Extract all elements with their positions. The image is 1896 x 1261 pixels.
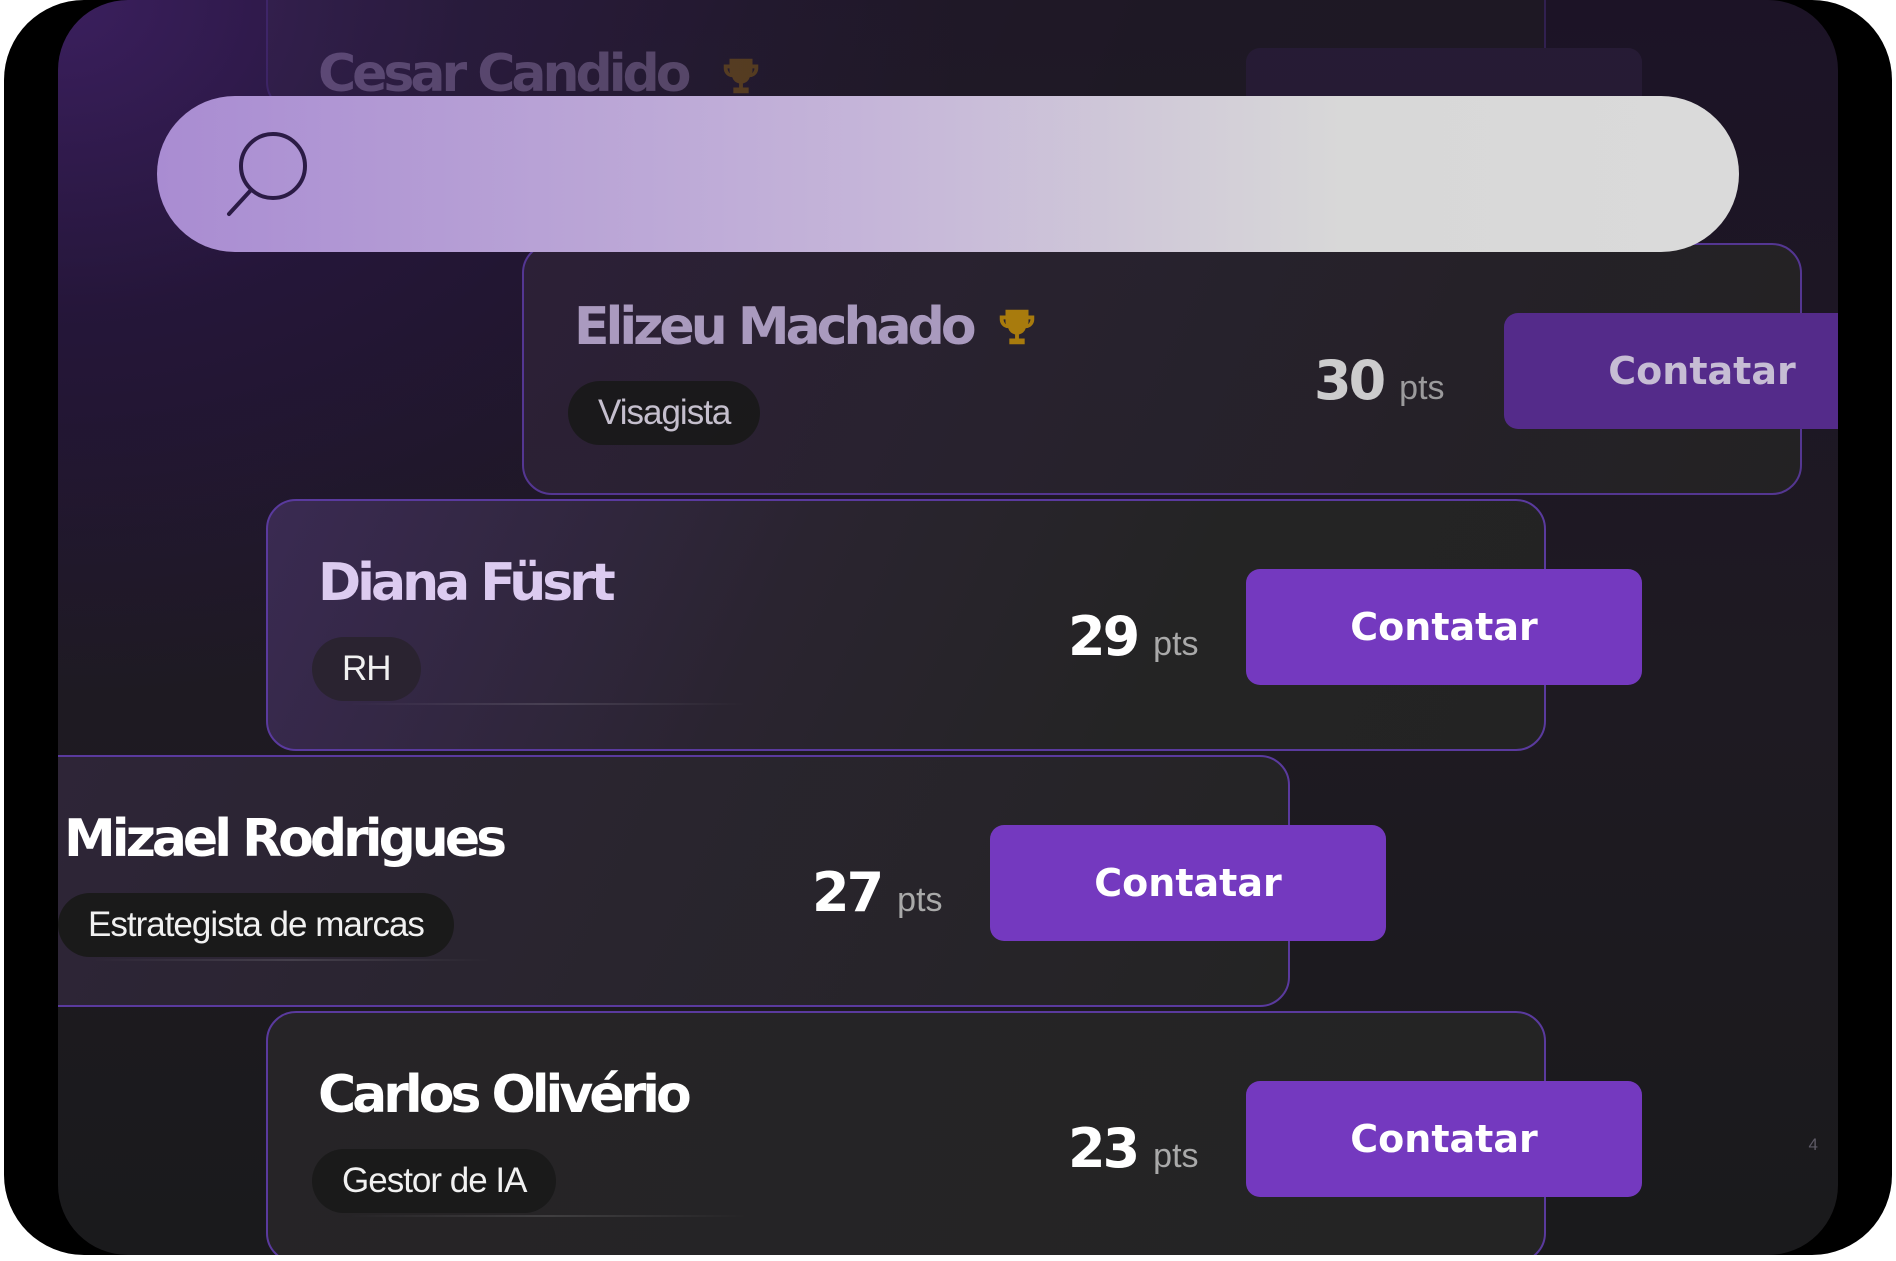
- score: 29 pts: [1068, 605, 1199, 668]
- role-badge: Visagista: [568, 381, 761, 445]
- contact-button[interactable]: Contatar: [1246, 569, 1642, 685]
- role-badge: RH: [312, 637, 421, 701]
- role-badge: Gestor de IA: [312, 1149, 557, 1213]
- score-unit: pts: [1399, 369, 1445, 407]
- score-value: 29: [1068, 605, 1140, 668]
- score: 23 pts: [1068, 1117, 1199, 1180]
- ranking-card: Carlos Olivério Gestor de IA 23 pts Conta…: [266, 1011, 1642, 1255]
- score-value: 30: [1314, 349, 1386, 412]
- score: 30 pts: [1314, 349, 1445, 412]
- card-name: Mizael Rodrigues: [64, 809, 507, 869]
- role-badge: Estrategista de marcas: [58, 893, 454, 957]
- divider: [92, 959, 492, 961]
- score-value: 27: [812, 861, 884, 924]
- divider: [348, 1215, 748, 1217]
- score: 27 pts: [812, 861, 943, 924]
- score-value: 23: [1068, 1117, 1140, 1180]
- divider: [348, 703, 748, 705]
- card-name: Elizeu Machado: [574, 297, 977, 357]
- page-number: 4: [1808, 1135, 1818, 1154]
- card-name: Diana Füsrt: [318, 553, 616, 613]
- contact-button[interactable]: Contatar: [1504, 313, 1838, 429]
- trophy-icon: [723, 58, 759, 94]
- ranking-card: Diana Füsrt RH 29 pts Contatar: [266, 499, 1642, 751]
- ranking-card: Elizeu Machado Visagista 30 pts Contatar: [522, 243, 1838, 495]
- card-name: Carlos Olivério: [318, 1065, 692, 1125]
- ranking-card: Mizael Rodrigues Estrategista de marcas …: [58, 755, 1386, 1007]
- search-icon: [227, 132, 307, 216]
- contact-button[interactable]: Contatar: [990, 825, 1386, 941]
- score-unit: pts: [897, 881, 943, 919]
- score-unit: pts: [1153, 1137, 1199, 1175]
- search-bar[interactable]: [157, 96, 1739, 254]
- card-name: Cesar Candido: [318, 44, 691, 104]
- contact-button[interactable]: Contatar: [1246, 1081, 1642, 1197]
- score-unit: pts: [1153, 625, 1199, 663]
- trophy-icon: [999, 309, 1035, 345]
- search-input[interactable]: [347, 96, 1691, 254]
